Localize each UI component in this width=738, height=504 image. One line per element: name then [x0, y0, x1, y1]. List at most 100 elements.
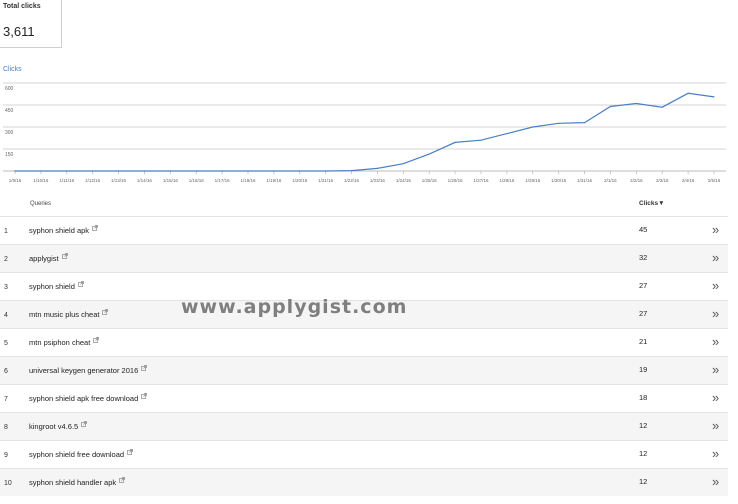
expand-row-icon[interactable]: »	[712, 390, 719, 405]
data-point	[40, 170, 42, 172]
y-tick-label: 600	[5, 86, 14, 92]
x-tick-label: 1/23/16	[370, 178, 386, 183]
row-number: 9	[4, 452, 8, 459]
x-tick-label: 2/3/16	[656, 178, 669, 183]
expand-row-icon[interactable]: »	[712, 446, 719, 461]
external-link-icon[interactable]	[127, 448, 133, 457]
external-link-icon[interactable]	[61, 252, 68, 261]
external-link-icon[interactable]	[141, 364, 148, 373]
total-clicks-value: 3,611	[3, 24, 35, 39]
expand-row-icon[interactable]: »	[712, 250, 719, 265]
x-tick-label: 1/10/16	[33, 178, 49, 183]
watermark: www.applygist.com	[181, 296, 408, 318]
x-tick-label: 1/21/16	[318, 178, 334, 183]
external-link-icon[interactable]	[78, 280, 84, 289]
expand-row-icon[interactable]: »	[712, 334, 719, 349]
row-number: 2	[4, 256, 8, 263]
total-clicks-card[interactable]: Total clicks 3,611	[0, 0, 62, 48]
query-text: syphon shield	[29, 282, 75, 291]
data-point	[117, 170, 120, 172]
query-text: syphon shield free download	[29, 450, 125, 459]
external-link-icon[interactable]	[93, 336, 100, 345]
clicks-cell: 45	[639, 225, 648, 234]
expand-row-icon[interactable]: »	[712, 222, 719, 237]
table-row[interactable]: 7 syphon shield apk free download 18 »	[0, 384, 728, 412]
row-number: 4	[4, 312, 8, 319]
data-point	[428, 153, 430, 155]
x-tick-label: 1/15/16	[163, 178, 179, 183]
x-tick-label: 1/25/16	[422, 178, 438, 183]
data-point	[687, 92, 689, 94]
clicks-column-header[interactable]: Clicks▼	[639, 200, 665, 207]
data-point	[195, 170, 197, 172]
data-point	[532, 126, 534, 128]
row-number: 5	[4, 340, 8, 347]
sort-desc-icon: ▼	[658, 200, 665, 207]
table-row[interactable]: 2 applygist 32 »	[0, 244, 728, 272]
clicks-cell: 32	[639, 253, 648, 262]
expand-row-icon[interactable]: »	[712, 362, 719, 377]
row-number: 7	[4, 396, 8, 403]
query-cell: applygist	[29, 252, 68, 263]
query-cell: syphon shield	[29, 280, 84, 291]
expand-row-icon[interactable]: »	[712, 418, 719, 433]
clicks-cell: 21	[639, 337, 648, 346]
data-point	[273, 170, 275, 172]
external-link-icon[interactable]	[92, 224, 98, 233]
query-cell: syphon shield handler apk	[29, 476, 126, 487]
table-body: 1 syphon shield apk 45» 2 applygist 32» 3 sypho…	[0, 216, 728, 496]
query-text: kingroot v4.6.5	[29, 422, 79, 431]
external-link-icon[interactable]	[141, 392, 148, 401]
x-tick-label: 1/17/16	[215, 178, 231, 183]
data-point	[169, 170, 171, 172]
table-row[interactable]: 5 mtn psiphon cheat 21 »	[0, 328, 728, 356]
data-point	[14, 170, 16, 172]
x-tick-label: 1/30/16	[551, 178, 567, 183]
expand-row-icon[interactable]: »	[712, 474, 719, 489]
external-link-icon[interactable]	[81, 420, 88, 429]
table-header: Queries Clicks▼	[0, 196, 728, 216]
external-link-icon[interactable]	[119, 476, 126, 485]
clicks-cell: 12	[639, 477, 648, 486]
data-point	[506, 133, 508, 135]
query-cell: kingroot v4.6.5	[29, 420, 88, 431]
x-tick-label: 1/27/16	[473, 178, 489, 183]
data-point	[299, 170, 301, 172]
expand-row-icon[interactable]: »	[712, 278, 719, 293]
x-tick-label: 1/29/16	[525, 178, 541, 183]
external-link-icon[interactable]	[102, 308, 109, 317]
query-cell: mtn psiphon cheat	[29, 336, 100, 347]
query-text: mtn psiphon cheat	[29, 338, 91, 347]
x-tick-label: 1/22/16	[344, 178, 360, 183]
row-number: 6	[4, 368, 8, 375]
data-point	[480, 139, 482, 141]
data-point	[454, 141, 456, 143]
x-tick-label: 1/9/16	[9, 178, 22, 183]
y-tick-label: 300	[5, 130, 14, 136]
x-tick-label: 2/2/16	[630, 178, 643, 183]
table-row[interactable]: 8 kingroot v4.6.5 12 »	[0, 412, 728, 440]
x-tick-label: 2/1/16	[604, 178, 617, 183]
data-point	[583, 122, 586, 124]
data-point	[92, 170, 94, 172]
x-tick-label: 1/31/16	[577, 178, 593, 183]
query-cell: syphon shield apk	[29, 224, 98, 235]
table-row[interactable]: 9 syphon shield free download 12 »	[0, 440, 728, 468]
table-row[interactable]: 1 syphon shield apk 45 »	[0, 216, 728, 244]
query-cell: universal keygen generator 2016	[29, 364, 148, 375]
x-tick-label: 1/14/16	[137, 178, 153, 183]
x-tick-label: 2/5/16	[708, 178, 721, 183]
table-row[interactable]: 10 syphon shield handler apk 12 »	[0, 468, 728, 496]
y-tick-label: 150	[5, 152, 14, 158]
data-point	[402, 163, 404, 165]
data-point	[376, 167, 379, 169]
x-tick-label: 2/4/16	[682, 178, 695, 183]
table-row[interactable]: 6 universal keygen generator 2016 19 »	[0, 356, 728, 384]
clicks-cell: 18	[639, 393, 648, 402]
row-number: 3	[4, 284, 8, 291]
data-point	[325, 170, 327, 172]
clicks-cell: 27	[639, 281, 648, 290]
x-tick-label: 1/11/16	[59, 178, 74, 183]
expand-row-icon[interactable]: »	[712, 306, 719, 321]
data-point	[350, 169, 353, 172]
